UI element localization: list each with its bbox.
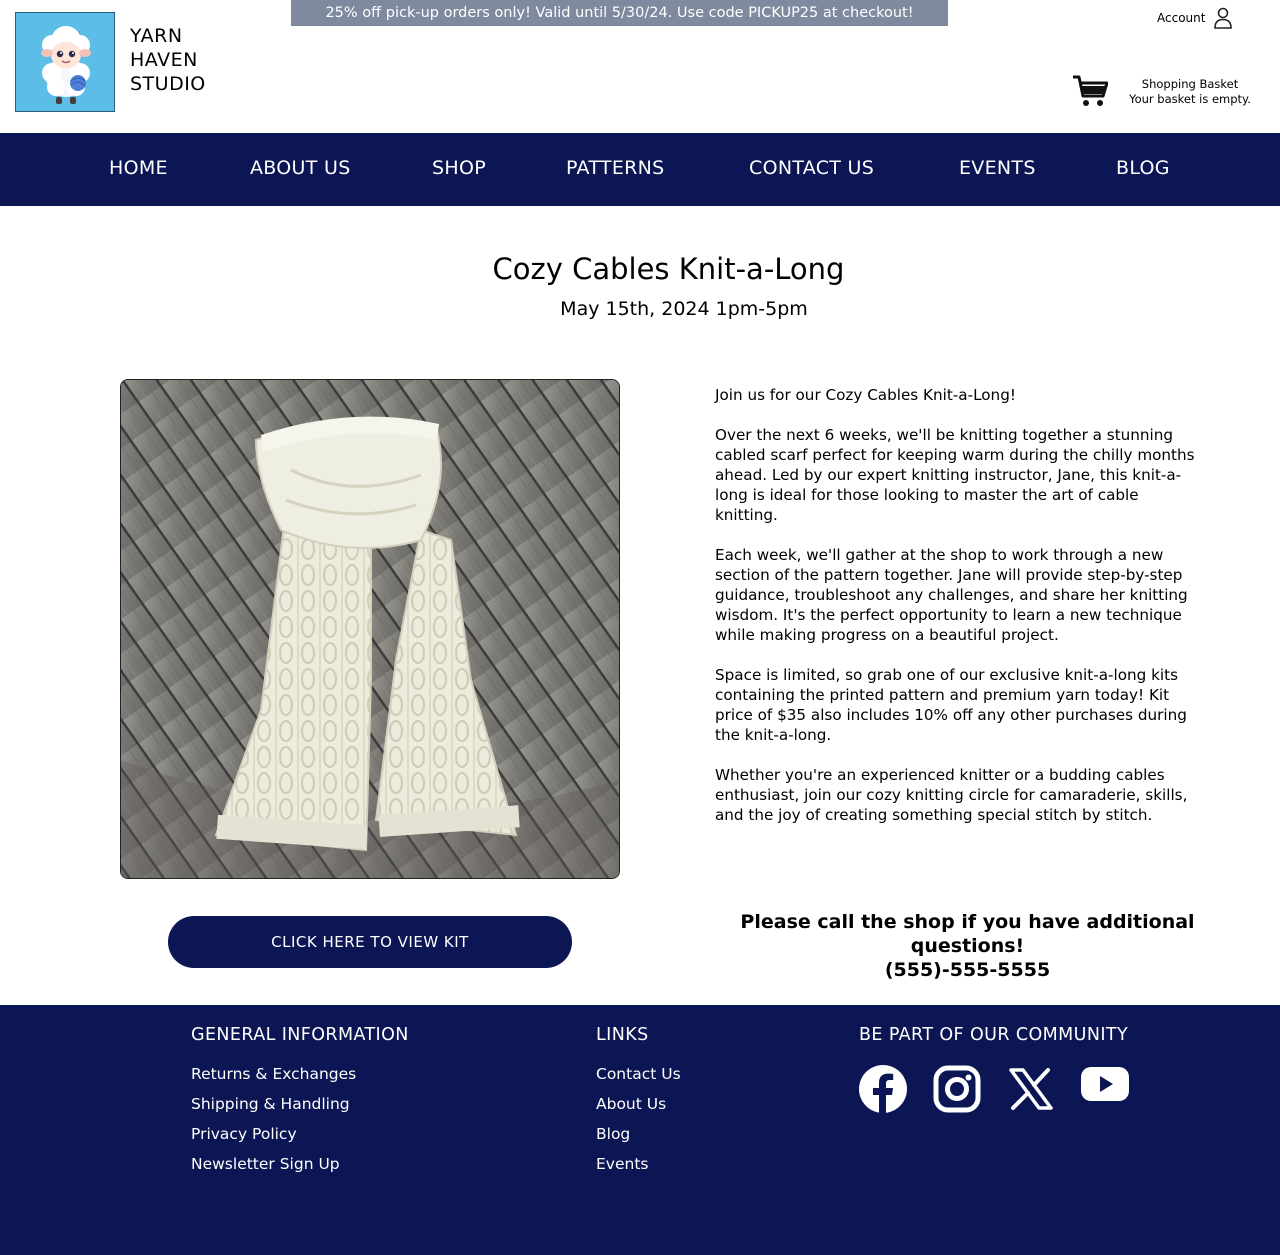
nav-events[interactable]: EVENTS: [959, 157, 1036, 179]
description-paragraph: Join us for our Cozy Cables Knit-a-Long!: [715, 386, 1016, 404]
contact-callout: Please call the shop if you have additio…: [690, 910, 1245, 982]
footer-link-events[interactable]: Events: [596, 1149, 681, 1179]
footer-link-returns[interactable]: Returns & Exchanges: [191, 1059, 409, 1089]
footer-heading: LINKS: [596, 1025, 649, 1045]
view-kit-button[interactable]: CLICK HERE TO VIEW KIT: [168, 916, 572, 968]
footer-heading: GENERAL INFORMATION: [191, 1025, 409, 1045]
footer-general-info: GENERAL INFORMATION Returns & Exchanges …: [191, 1025, 409, 1179]
event-description: Join us for our Cozy Cables Knit-a-Long!…: [715, 385, 1195, 845]
basket-text: Shopping Basket Your basket is empty.: [1120, 77, 1260, 107]
basket-title: Shopping Basket: [1141, 77, 1239, 91]
sheep-logo-image: [16, 13, 114, 111]
nav-blog[interactable]: BLOG: [1116, 157, 1170, 179]
promo-banner: 25% off pick-up orders only! Valid until…: [291, 0, 948, 26]
x-icon[interactable]: [1007, 1065, 1055, 1113]
sheep-logo[interactable]: [15, 12, 115, 112]
brand-line: STUDIO: [130, 73, 206, 95]
basket-status: Your basket is empty.: [1129, 92, 1251, 106]
site-footer: GENERAL INFORMATION Returns & Exchanges …: [0, 1005, 1280, 1255]
instagram-icon[interactable]: [933, 1065, 981, 1113]
brand-line: YARN: [130, 25, 183, 47]
brand-line: HAVEN: [130, 49, 198, 71]
youtube-icon[interactable]: [1081, 1065, 1129, 1113]
description-paragraph: Space is limited, so grab one of our exc…: [715, 666, 1187, 744]
footer-link-blog[interactable]: Blog: [596, 1119, 681, 1149]
footer-link-about[interactable]: About Us: [596, 1089, 681, 1119]
account-link[interactable]: Account: [1157, 6, 1233, 30]
user-icon: [1214, 7, 1233, 29]
callout-phone[interactable]: (555)-555-5555: [690, 958, 1245, 982]
nav-patterns[interactable]: PATTERNS: [566, 157, 665, 179]
nav-contact-us[interactable]: CONTACT US: [749, 157, 874, 179]
description-paragraph: Each week, we'll gather at the shop to w…: [715, 546, 1188, 644]
account-label: Account: [1157, 11, 1206, 25]
cart-icon: [1073, 75, 1108, 106]
nav-about-us[interactable]: ABOUT US: [250, 157, 351, 179]
social-links: [859, 1065, 1129, 1113]
footer-heading: BE PART OF OUR COMMUNITY: [859, 1025, 1129, 1045]
footer-link-shipping[interactable]: Shipping & Handling: [191, 1089, 409, 1119]
facebook-icon[interactable]: [859, 1065, 907, 1113]
event-date: May 15th, 2024 1pm-5pm: [560, 298, 808, 320]
site-header: YARN HAVEN STUDIO 25% off pick-up orders…: [0, 0, 1280, 133]
shopping-basket[interactable]: Shopping Basket Your basket is empty.: [1072, 74, 1272, 114]
brand-name[interactable]: YARN HAVEN STUDIO: [130, 24, 206, 96]
footer-link-contact[interactable]: Contact Us: [596, 1059, 681, 1089]
nav-home[interactable]: HOME: [109, 157, 168, 179]
footer-links: LINKS Contact Us About Us Blog Events: [596, 1025, 681, 1179]
event-title: Cozy Cables Knit-a-Long: [492, 252, 845, 286]
footer-community: BE PART OF OUR COMMUNITY: [859, 1025, 1129, 1113]
main-nav: HOME ABOUT US SHOP PATTERNS CONTACT US E…: [0, 133, 1280, 206]
footer-link-privacy[interactable]: Privacy Policy: [191, 1119, 409, 1149]
scarf-photo: [120, 379, 620, 879]
footer-link-newsletter[interactable]: Newsletter Sign Up: [191, 1149, 409, 1179]
description-paragraph: Whether you're an experienced knitter or…: [715, 766, 1188, 824]
callout-text: Please call the shop if you have additio…: [740, 911, 1195, 957]
nav-shop[interactable]: SHOP: [432, 157, 486, 179]
scarf-image: [121, 380, 619, 878]
description-paragraph: Over the next 6 weeks, we'll be knitting…: [715, 426, 1195, 524]
